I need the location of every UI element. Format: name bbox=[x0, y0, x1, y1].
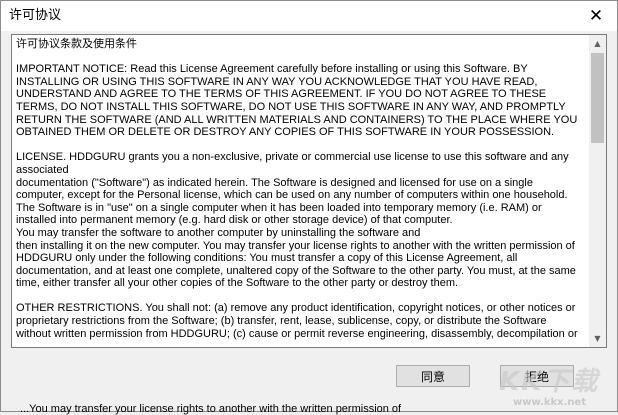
window-title: 许可协议 bbox=[9, 8, 62, 23]
title-bar[interactable]: 许可协议 ✕ bbox=[1, 1, 617, 31]
decline-button[interactable]: 拒绝 bbox=[500, 365, 574, 387]
license-text: 许可协议条款及使用条件 IMPORTANT NOTICE: Read this … bbox=[12, 35, 582, 347]
close-button[interactable]: ✕ bbox=[575, 1, 617, 31]
license-paragraph-notice: IMPORTANT NOTICE: Read this License Agre… bbox=[16, 63, 578, 139]
license-text-box[interactable]: 许可协议条款及使用条件 IMPORTANT NOTICE: Read this … bbox=[11, 34, 607, 348]
vertical-scrollbar[interactable]: ▲ ▼ bbox=[589, 35, 606, 347]
license-paragraph-grant: LICENSE. HDDGURU grants you a non-exclus… bbox=[16, 151, 576, 290]
license-paragraph-restrictions: OTHER RESTRICTIONS. You shall not: (a) r… bbox=[16, 302, 578, 340]
background-window-text: ...You may transfer your license rights … bbox=[20, 403, 402, 415]
scroll-down-arrow-icon[interactable]: ▼ bbox=[589, 330, 606, 347]
watermark-url: www.kkx.net bbox=[513, 397, 587, 408]
license-dialog: 许可协议 ✕ 许可协议条款及使用条件 IMPORTANT NOTICE: Rea… bbox=[0, 0, 618, 412]
agree-button[interactable]: 同意 bbox=[396, 365, 470, 387]
license-heading: 许可协议条款及使用条件 bbox=[16, 38, 137, 50]
scrollbar-thumb[interactable] bbox=[591, 53, 604, 143]
scroll-up-arrow-icon[interactable]: ▲ bbox=[589, 35, 606, 52]
close-icon: ✕ bbox=[588, 6, 604, 26]
